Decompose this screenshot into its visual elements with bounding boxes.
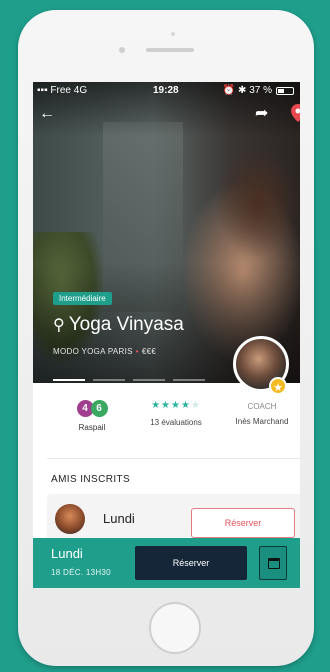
bluetooth-icon: ✱ xyxy=(238,85,250,96)
reserve-button[interactable]: Réserver xyxy=(135,546,247,580)
battery-icon xyxy=(276,87,294,95)
sensor-dot xyxy=(119,47,125,53)
friend-session-day: Lundi xyxy=(103,511,135,526)
coach-name: Inès Marchand xyxy=(235,417,289,426)
add-to-calendar-button[interactable] xyxy=(259,546,287,580)
class-title-text: Yoga Vinyasa xyxy=(68,314,184,335)
studio-info: MODO YOGA PARIS • €€€ xyxy=(53,347,156,356)
carousel-dot[interactable] xyxy=(173,379,205,381)
map-pin-icon[interactable] xyxy=(291,104,300,126)
yoga-icon: ⚲ xyxy=(53,317,65,334)
divider xyxy=(47,458,300,459)
carrier: Free xyxy=(50,85,71,96)
booking-bar: Lundi 18 DÉC. 13H30 Réserver xyxy=(33,538,300,588)
network: 4G xyxy=(73,85,88,96)
class-stats: 46 Raspail ★★★★★ 13 évaluations COACH In… xyxy=(33,398,300,458)
speaker-slot xyxy=(146,48,194,52)
carousel-dot[interactable] xyxy=(53,379,85,381)
carousel-dot[interactable] xyxy=(133,379,165,381)
coach-stat[interactable]: COACH Inès Marchand xyxy=(229,402,295,426)
reviews-count: 13 évaluations xyxy=(150,418,202,427)
studio-name[interactable]: MODO YOGA PARIS xyxy=(53,347,133,356)
signal-icon: ▪▪▪ xyxy=(37,85,51,96)
location-badge-b: 6 xyxy=(90,400,108,417)
share-arrow-icon[interactable]: ➦ xyxy=(255,106,268,122)
rating-stat[interactable]: ★★★★★ 13 évaluations xyxy=(131,400,221,427)
status-bar: ▪▪▪ Free 4G 19:28 ⏰ ✱ 37 % xyxy=(33,82,300,100)
battery-percent: 37 % xyxy=(249,85,272,96)
star-icon: ★ xyxy=(269,377,287,395)
rating-stars: ★★★★★ xyxy=(151,400,201,411)
camera-dot xyxy=(171,32,175,36)
status-time: 19:28 xyxy=(153,85,179,96)
carousel-indicators xyxy=(53,368,233,381)
friend-avatar xyxy=(55,504,85,534)
coach-label: COACH xyxy=(247,402,277,411)
alarm-icon: ⏰ xyxy=(222,85,239,96)
friends-title: AMIS INSCRITS xyxy=(51,474,131,485)
home-button[interactable] xyxy=(149,602,201,654)
location-name: Raspail xyxy=(78,423,106,432)
separator-dot: • xyxy=(135,347,139,356)
location-stat[interactable]: 46 Raspail xyxy=(69,398,115,432)
class-title: ⚲ Yoga Vinyasa xyxy=(53,314,184,336)
booking-date: 18 DÉC. 13H30 xyxy=(51,568,111,577)
friend-reserve-button[interactable]: Réserver xyxy=(191,508,295,538)
arrow-left-icon[interactable]: ← xyxy=(39,106,55,122)
carrier-network: ▪▪▪ Free 4G xyxy=(37,85,87,96)
calendar-icon xyxy=(268,558,280,569)
price-level: €€€ xyxy=(141,347,157,356)
level-badge: Intermédiaire xyxy=(53,292,112,305)
status-right: ⏰ ✱ 37 % xyxy=(223,85,272,96)
app-screen: ▪▪▪ Free 4G 19:28 ⏰ ✱ 37 % ← ➦ Intermédi… xyxy=(33,82,300,588)
booking-day: Lundi xyxy=(51,546,83,561)
carousel-dot[interactable] xyxy=(93,379,125,381)
